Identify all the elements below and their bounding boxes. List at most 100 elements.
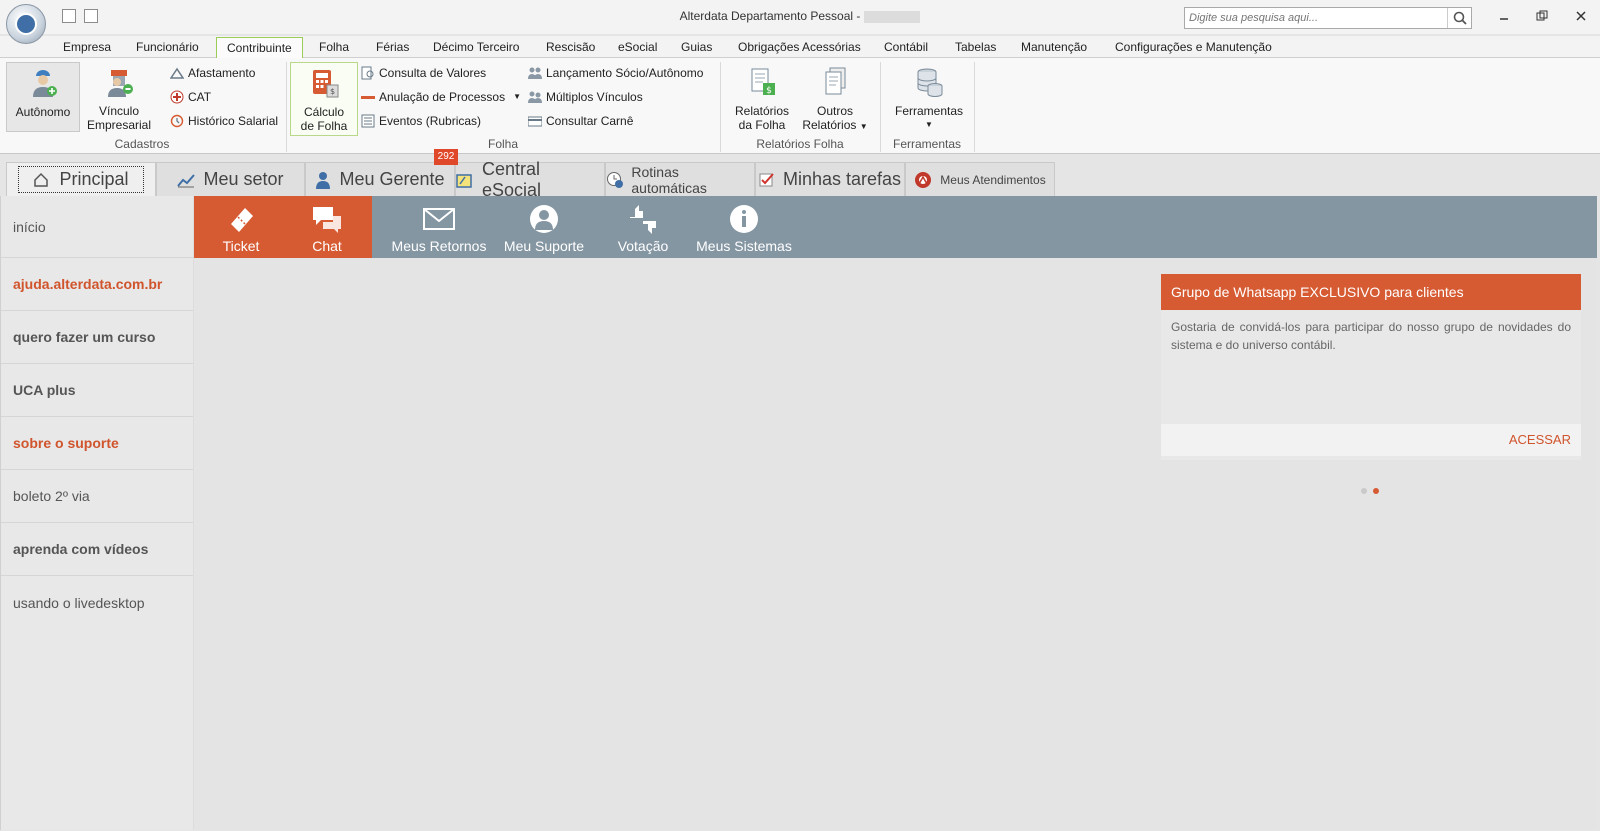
tab-esocial[interactable]: eSocial xyxy=(608,37,667,58)
carousel-dot[interactable] xyxy=(1361,488,1367,494)
redacted-company xyxy=(864,10,921,23)
nav-item-uca-plus[interactable]: UCA plus xyxy=(1,364,193,417)
vinculo-label-2: Empresarial xyxy=(86,118,152,132)
tab-central-esocial[interactable]: Central eSocial xyxy=(455,159,605,200)
restore-icon[interactable] xyxy=(1534,8,1550,24)
historico-label: Histórico Salarial xyxy=(188,114,279,128)
tab-principal-focus: Principal xyxy=(18,166,144,193)
relatorios-label-2: da Folha xyxy=(738,118,786,132)
tab-principal[interactable]: Principal xyxy=(6,162,156,196)
cat-button[interactable]: CAT xyxy=(170,88,211,106)
search-input[interactable] xyxy=(1185,8,1443,28)
group-separator xyxy=(974,62,975,152)
app-menu-button[interactable] xyxy=(6,4,46,44)
anulacao-processos-button[interactable]: Anulação de Processos ▼ xyxy=(361,88,521,106)
building-link-icon xyxy=(103,66,135,98)
tab-tabelas[interactable]: Tabelas xyxy=(945,37,1006,58)
dropdown-arrow-icon[interactable]: ▼ xyxy=(890,118,968,132)
home-icon xyxy=(34,172,49,187)
ferramentas-button[interactable]: Ferramentas ▼ xyxy=(890,62,968,132)
tab-rescisao[interactable]: Rescisão xyxy=(536,37,605,58)
svg-text:$: $ xyxy=(766,86,772,96)
card-icon xyxy=(527,114,543,128)
dropdown-arrow-icon[interactable]: ▼ xyxy=(860,122,868,131)
minimize-icon[interactable] xyxy=(1496,8,1512,24)
carne-label: Consultar Carnê xyxy=(546,114,634,128)
tab-minhas-tarefas-label: Minhas tarefas xyxy=(782,169,902,189)
nav-item-livedesktop[interactable]: usando o livedesktop xyxy=(1,576,193,629)
votacao-button[interactable]: Votação xyxy=(598,196,688,258)
vinculo-empresarial-button[interactable]: Vínculo Empresarial xyxy=(84,62,154,132)
acessar-link[interactable]: ACESSAR xyxy=(1509,432,1571,447)
tab-contabil[interactable]: Contábil xyxy=(874,37,938,58)
multiplos-vinculos-button[interactable]: Múltiplos Vínculos xyxy=(528,88,643,106)
tab-minhas-tarefas[interactable]: Minhas tarefas xyxy=(755,162,905,196)
tab-manutencao[interactable]: Manutenção xyxy=(1011,37,1097,58)
lancamento-label: Lançamento Sócio/Autônomo xyxy=(546,66,704,80)
nav-item-curso[interactable]: quero fazer um curso xyxy=(1,311,193,364)
tab-funcionario[interactable]: Funcionário xyxy=(126,37,209,58)
calculo-de-folha-button[interactable]: $ Cálculo de Folha xyxy=(290,62,358,136)
carousel-dot-active[interactable] xyxy=(1373,488,1379,494)
tab-obrigacoes-acessorias[interactable]: Obrigações Acessórias xyxy=(728,37,871,58)
svg-text:$: $ xyxy=(330,87,335,96)
nav-item-ajuda[interactable]: ajuda.alterdata.com.br xyxy=(1,258,193,311)
thumbs-vote-icon xyxy=(627,204,659,234)
medical-cross-icon xyxy=(170,90,184,104)
tab-contribuinte[interactable]: Contribuinte xyxy=(216,37,303,58)
outros-label-1: Outros xyxy=(816,104,853,118)
support-logo-icon xyxy=(915,171,932,188)
afastamento-button[interactable]: Afastamento xyxy=(169,64,256,82)
dropdown-arrow-icon[interactable]: ▼ xyxy=(513,88,521,106)
tab-meu-gerente-label: Meu Gerente xyxy=(339,169,445,189)
meus-sistemas-label: Meus Sistemas xyxy=(696,238,792,254)
info-icon xyxy=(728,204,760,234)
database-icon xyxy=(913,66,945,98)
window-title-text: Alterdata Departamento Pessoal - xyxy=(679,9,861,23)
search-icon[interactable] xyxy=(1447,8,1471,28)
tab-meu-gerente[interactable]: Meu Gerente xyxy=(305,162,455,196)
notification-badge: 292 xyxy=(434,149,458,165)
card-body: Gostaria de convidá-los para participar … xyxy=(1171,320,1571,352)
tab-meus-atendimentos-label: Meus Atendimentos xyxy=(940,172,1046,187)
group-label-cadastros: Cadastros xyxy=(114,137,170,151)
autonomo-label: Autônomo xyxy=(15,105,71,119)
outros-label-2: Relatórios xyxy=(802,118,857,132)
tab-configuracoes-manutencao[interactable]: Configurações e Manutenção xyxy=(1105,37,1282,58)
action-bar: Ticket Chat Meus Retornos Meu Suporte Vo… xyxy=(194,196,1597,258)
close-icon[interactable] xyxy=(1573,8,1589,24)
title-bar: Alterdata Departamento Pessoal - xyxy=(0,0,1600,34)
consulta-valores-button[interactable]: Consulta de Valores xyxy=(361,64,486,82)
tab-meus-atendimentos[interactable]: Meus Atendimentos xyxy=(905,162,1055,196)
whatsapp-group-card: Grupo de Whatsapp EXCLUSIVO para cliente… xyxy=(1161,274,1581,460)
tab-meu-setor-label: Meu setor xyxy=(203,169,284,189)
tab-guias[interactable]: Guias xyxy=(671,37,722,58)
nav-item-boleto[interactable]: boleto 2º via xyxy=(1,470,193,523)
tab-empresa[interactable]: Empresa xyxy=(53,37,121,58)
afastamento-label: Afastamento xyxy=(188,66,256,80)
outros-relatorios-button[interactable]: Outros Relatórios ▼ xyxy=(800,62,870,132)
envelope-icon xyxy=(423,204,455,234)
meu-suporte-button[interactable]: Meu Suporte xyxy=(496,196,592,258)
tab-folha[interactable]: Folha xyxy=(309,37,359,58)
autonomo-button[interactable]: Autônomo xyxy=(6,62,80,132)
tab-central-esocial-label: Central eSocial xyxy=(481,158,542,200)
relatorios-da-folha-button[interactable]: $ Relatórios da Folha xyxy=(728,62,796,132)
search-box[interactable] xyxy=(1184,7,1472,29)
chat-button[interactable]: Chat xyxy=(282,196,372,258)
tab-meu-setor[interactable]: Meu setor xyxy=(156,162,305,196)
eventos-rubricas-button[interactable]: Eventos (Rubricas) xyxy=(361,112,481,130)
consultar-carne-button[interactable]: Consultar Carnê xyxy=(527,112,634,130)
lancamento-socio-button[interactable]: Lançamento Sócio/Autônomo xyxy=(528,64,703,82)
nav-item-inicio[interactable]: início xyxy=(1,196,193,258)
meus-sistemas-button[interactable]: Meus Sistemas xyxy=(690,196,798,258)
nav-item-sobre-suporte[interactable]: sobre o suporte xyxy=(1,417,193,470)
tab-ferias[interactable]: Férias xyxy=(366,37,419,58)
historico-salarial-button[interactable]: Histórico Salarial xyxy=(170,112,278,130)
meus-retornos-button[interactable]: Meus Retornos xyxy=(384,196,494,258)
tab-rotinas-automaticas[interactable]: Rotinas automáticas xyxy=(605,162,755,196)
users-link-icon xyxy=(528,90,542,104)
ticket-button[interactable]: Ticket xyxy=(194,196,288,258)
tab-decimo-terceiro[interactable]: Décimo Terceiro xyxy=(423,37,529,58)
nav-item-videos[interactable]: aprenda com vídeos xyxy=(1,523,193,576)
